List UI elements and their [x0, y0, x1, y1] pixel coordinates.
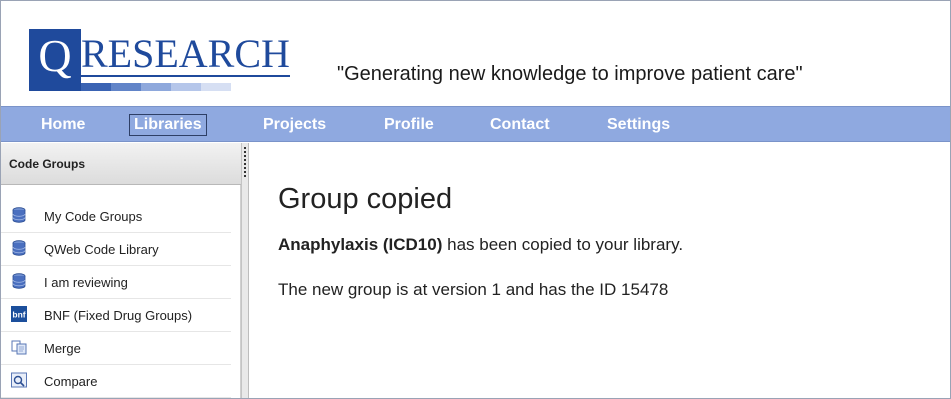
app-frame: Q RESEARCH "Generating new knowledge to …: [0, 0, 951, 399]
sidebar-item-label: BNF (Fixed Drug Groups): [44, 308, 193, 323]
sidebar-item-label: I am reviewing: [44, 275, 128, 290]
header: Q RESEARCH "Generating new knowledge to …: [1, 1, 950, 104]
copied-text: has been copied to your library.: [442, 235, 684, 254]
sidebar-item-label: My Code Groups: [44, 209, 143, 224]
bnf-icon: bnf: [11, 306, 27, 322]
nav-settings[interactable]: Settings: [607, 115, 670, 135]
sidebar-item-label: Merge: [44, 341, 81, 356]
sidebar: Code Groups My Code Groups QWeb Code Lib…: [1, 143, 241, 398]
nav-bar: Home Libraries Projects Profile Contact …: [1, 106, 950, 142]
database-icon: [12, 273, 26, 289]
sidebar-header: Code Groups: [1, 143, 241, 185]
sidebar-title: Code Groups: [9, 157, 86, 171]
main-content: Group copied Anaphylaxis (ICD10) has bee…: [251, 143, 950, 398]
sidebar-item-label: Compare: [44, 374, 98, 389]
sidebar-item-qweb-code-library[interactable]: QWeb Code Library: [1, 233, 231, 266]
nav-libraries[interactable]: Libraries: [129, 114, 207, 136]
copied-message: Anaphylaxis (ICD10) has been copied to y…: [278, 235, 683, 255]
group-name: Anaphylaxis (ICD10): [278, 235, 443, 254]
database-icon: [12, 240, 26, 256]
tagline: "Generating new knowledge to improve pat…: [337, 63, 803, 85]
nav-projects[interactable]: Projects: [263, 115, 326, 135]
database-icon: [12, 207, 26, 223]
logo-word: RESEARCH: [81, 31, 290, 77]
sidebar-item-label: QWeb Code Library: [44, 242, 159, 257]
sidebar-item-i-am-reviewing[interactable]: I am reviewing: [1, 266, 231, 299]
page-title: Group copied: [278, 183, 453, 215]
merge-icon: [11, 340, 27, 355]
sidebar-item-bnf[interactable]: bnf BNF (Fixed Drug Groups): [1, 299, 231, 332]
logo-blocks: [29, 83, 261, 91]
nav-profile[interactable]: Profile: [384, 115, 434, 135]
sidebar-item-my-code-groups[interactable]: My Code Groups: [1, 200, 231, 233]
version-message: The new group is at version 1 and has th…: [278, 280, 669, 299]
splitter-grip-icon: [244, 147, 246, 177]
svg-text:bnf: bnf: [12, 310, 25, 320]
compare-icon: [11, 372, 27, 388]
sidebar-item-compare[interactable]: Compare: [1, 365, 231, 398]
sidebar-splitter[interactable]: [241, 143, 249, 398]
sidebar-item-merge[interactable]: Merge: [1, 332, 231, 365]
qresearch-logo[interactable]: Q RESEARCH: [29, 29, 290, 91]
nav-contact[interactable]: Contact: [490, 115, 550, 135]
logo-letter: Q: [29, 29, 81, 83]
nav-home[interactable]: Home: [41, 115, 85, 135]
